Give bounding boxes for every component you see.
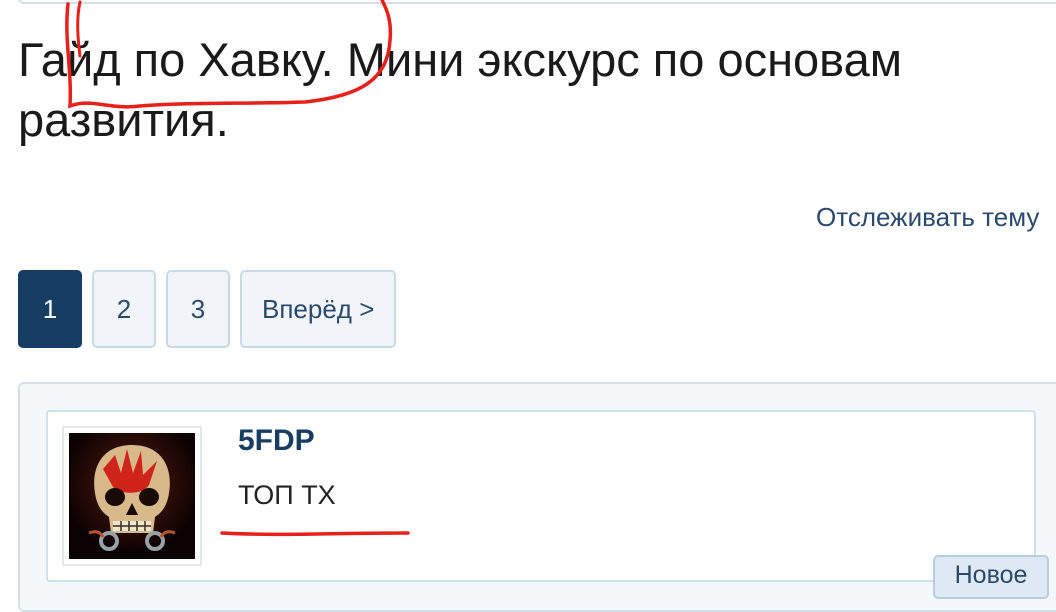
page-3-button[interactable]: 3 [166,270,230,348]
skull-avatar-icon[interactable] [69,433,195,559]
author-title: ТОП ТХ [238,480,336,510]
new-badge: Новое [933,555,1049,599]
next-page-button[interactable]: Вперёд > [240,270,397,348]
avatar-frame[interactable] [62,426,202,566]
watch-thread-link[interactable]: Отслеживать тему [816,202,1039,233]
page-2-button[interactable]: 2 [92,270,156,348]
pagination: 1 2 3 Вперёд > [18,270,397,348]
thread-title: Гайд по Хавку. Мини экскурс по основам р… [18,33,903,146]
previous-block-frame [18,0,1056,4]
page-1-button[interactable]: 1 [18,270,82,348]
post-author-name[interactable]: 5FDP [238,424,315,458]
